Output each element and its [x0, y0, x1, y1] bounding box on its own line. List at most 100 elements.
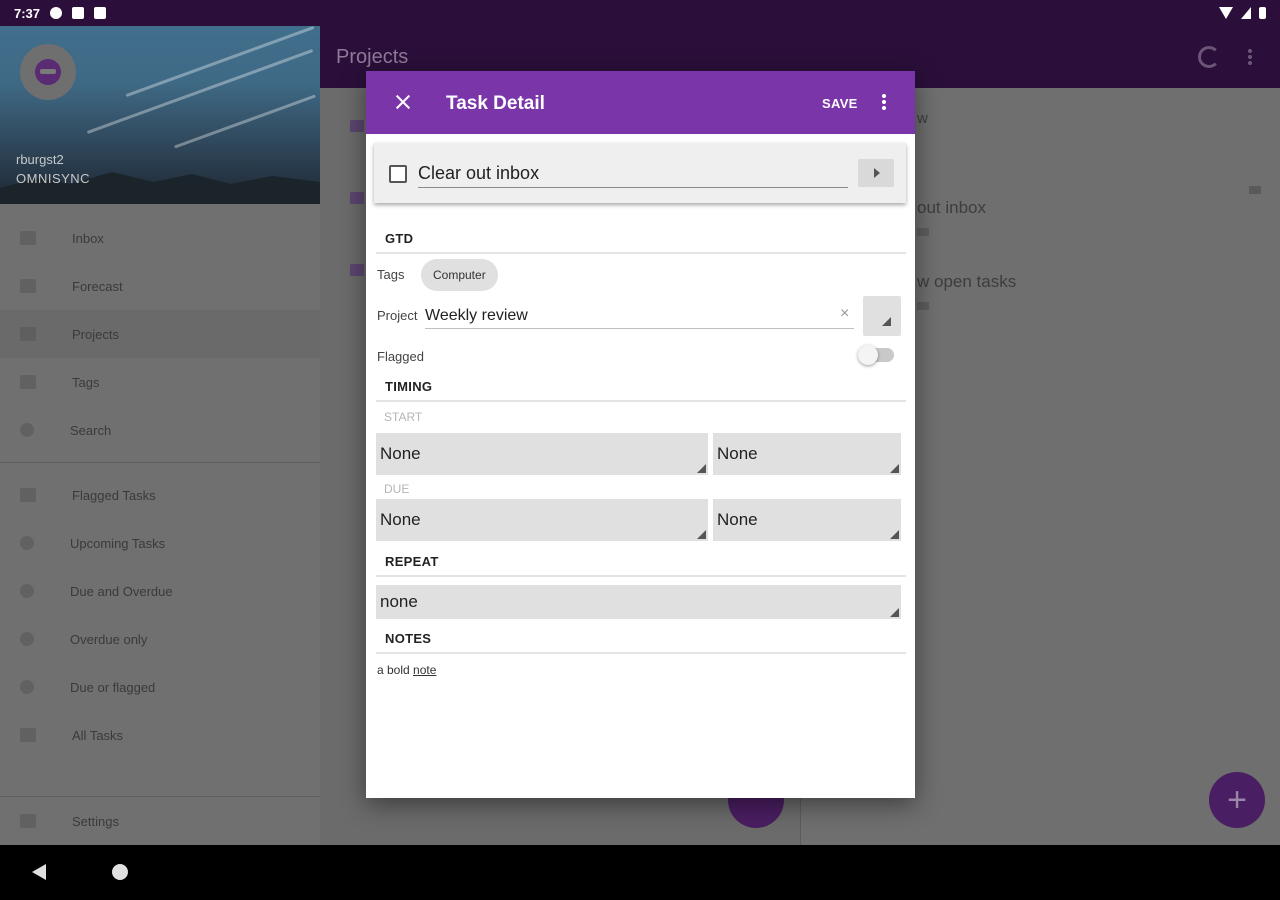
tags-label: Tags [377, 267, 405, 282]
header-cloud [174, 94, 316, 149]
task-name-card [374, 143, 906, 203]
sd-card-icon [94, 7, 107, 19]
dropdown-corner-icon [697, 530, 706, 539]
due-time-value: None [717, 510, 758, 529]
overflow-menu-icon[interactable] [1248, 48, 1252, 66]
drawer-item-tags[interactable]: Tags [0, 358, 320, 406]
settings-notification-icon [50, 7, 63, 19]
user-icon [35, 59, 61, 85]
drawer-item-projects[interactable]: Projects [0, 310, 320, 358]
drawer-item-flagged-tasks[interactable]: Flagged Tasks [0, 471, 320, 519]
task-title-fragment[interactable]: w open tasks [917, 272, 1016, 292]
flag-icon [20, 488, 36, 502]
app-notification-icon [72, 7, 85, 19]
section-repeat: REPEAT [376, 554, 906, 577]
project-label: Project [377, 308, 418, 323]
due-time-spinner[interactable]: None [713, 499, 901, 541]
shield-icon [20, 584, 34, 598]
page-title: Projects [336, 46, 409, 68]
task-meta-fragment [917, 228, 929, 236]
task-complete-checkbox[interactable] [389, 165, 407, 183]
inbox-icon [20, 231, 36, 245]
dropdown-corner-icon [890, 530, 899, 539]
drawer-item-label: Inbox [72, 230, 104, 246]
drawer-item-due-and-overdue[interactable]: Due and Overdue [0, 567, 320, 615]
drawer-item-label: Flagged Tasks [72, 487, 156, 503]
flagged-toggle[interactable] [858, 345, 894, 365]
start-time-spinner[interactable]: None [713, 433, 901, 475]
start-date-value: None [380, 444, 421, 463]
task-name-input[interactable] [418, 162, 848, 188]
folder-icon [350, 192, 364, 204]
section-notes: NOTES [376, 631, 906, 654]
drawer-item-overdue-only[interactable]: Overdue only [0, 615, 320, 663]
drawer-header: rburgst2 OMNISYNC [0, 0, 320, 204]
account-name: rburgst2 [16, 152, 64, 167]
task-title-fragment[interactable]: out inbox [917, 198, 986, 218]
dialog-toolbar: Task Detail SAVE [366, 71, 915, 134]
clear-project-icon[interactable]: × [840, 305, 849, 323]
drawer-item-label: Due and Overdue [70, 583, 173, 599]
drawer-item-label: Projects [72, 326, 119, 342]
list-icon [350, 264, 364, 276]
home-icon[interactable] [112, 864, 128, 880]
drawer-item-search[interactable]: Search [0, 406, 320, 454]
repeat-spinner[interactable]: none [376, 585, 901, 619]
drawer-item-all-tasks[interactable]: All Tasks [0, 711, 320, 759]
drawer-item-label: Search [70, 422, 112, 438]
notes-underlined-text: note [413, 663, 437, 677]
list-icon [20, 327, 36, 341]
drawer-item-label: Due or flagged [70, 679, 156, 695]
drawer-item-forecast[interactable]: Forecast [0, 262, 320, 310]
drawer-item-upcoming-tasks[interactable]: Upcoming Tasks [0, 519, 320, 567]
grid-icon [20, 728, 36, 742]
signal-icon [1241, 7, 1251, 19]
plus-icon: + [1227, 780, 1247, 819]
note-icon [1249, 186, 1261, 194]
drawer-item-label: Overdue only [70, 631, 148, 647]
shield-icon [20, 680, 34, 694]
avatar[interactable] [20, 44, 76, 100]
close-icon[interactable] [392, 91, 414, 113]
notes-text[interactable]: a bold note [377, 663, 436, 677]
drawer-item-label: All Tasks [72, 727, 124, 743]
wifi-icon [1219, 7, 1233, 19]
battery-icon [1259, 7, 1266, 19]
repeat-value: none [380, 592, 418, 611]
dropdown-corner-icon [890, 464, 899, 473]
back-icon[interactable] [32, 864, 46, 880]
add-task-button[interactable]: + [1209, 772, 1265, 828]
dialog-title: Task Detail [446, 93, 545, 114]
sync-icon[interactable] [1198, 46, 1220, 68]
account-sync: OMNISYNC [16, 171, 91, 186]
detail-header-fragment: w [917, 110, 928, 127]
drawer-item-label: Settings [72, 813, 119, 829]
drawer-item-label: Tags [72, 374, 100, 390]
clock-icon [20, 536, 34, 550]
due-date-spinner[interactable]: None [376, 499, 708, 541]
drawer-item-inbox[interactable]: Inbox [0, 214, 320, 262]
tag-chip-computer[interactable]: Computer [421, 259, 498, 291]
start-label: START [384, 410, 423, 424]
drawer-item-due-or-flagged[interactable]: Due or flagged [0, 663, 320, 711]
project-picker-button[interactable] [863, 296, 901, 336]
drawer-list: Inbox Forecast Projects Tags Search Flag… [0, 214, 320, 759]
calendar-icon [20, 279, 36, 293]
drawer-item-settings[interactable]: Settings [0, 797, 320, 845]
status-bar: 7:37 [0, 0, 1280, 26]
start-date-spinner[interactable]: None [376, 433, 708, 475]
start-time-value: None [717, 444, 758, 463]
save-button[interactable]: SAVE [822, 96, 858, 111]
notes-plain-text: a bold [377, 663, 414, 677]
more-options-icon[interactable] [882, 93, 886, 111]
navigation-drawer: rburgst2 OMNISYNC Inbox Forecast Project… [0, 0, 320, 845]
section-gtd: GTD [376, 231, 906, 254]
flagged-label: Flagged [377, 349, 424, 364]
expand-arrow-button[interactable] [858, 159, 894, 187]
dropdown-corner-icon [890, 608, 899, 617]
project-input[interactable] [425, 303, 854, 329]
task-meta-fragment [917, 302, 929, 310]
drawer-settings-section: Settings [0, 796, 320, 845]
folder-icon [350, 120, 364, 132]
due-label: DUE [384, 482, 410, 496]
